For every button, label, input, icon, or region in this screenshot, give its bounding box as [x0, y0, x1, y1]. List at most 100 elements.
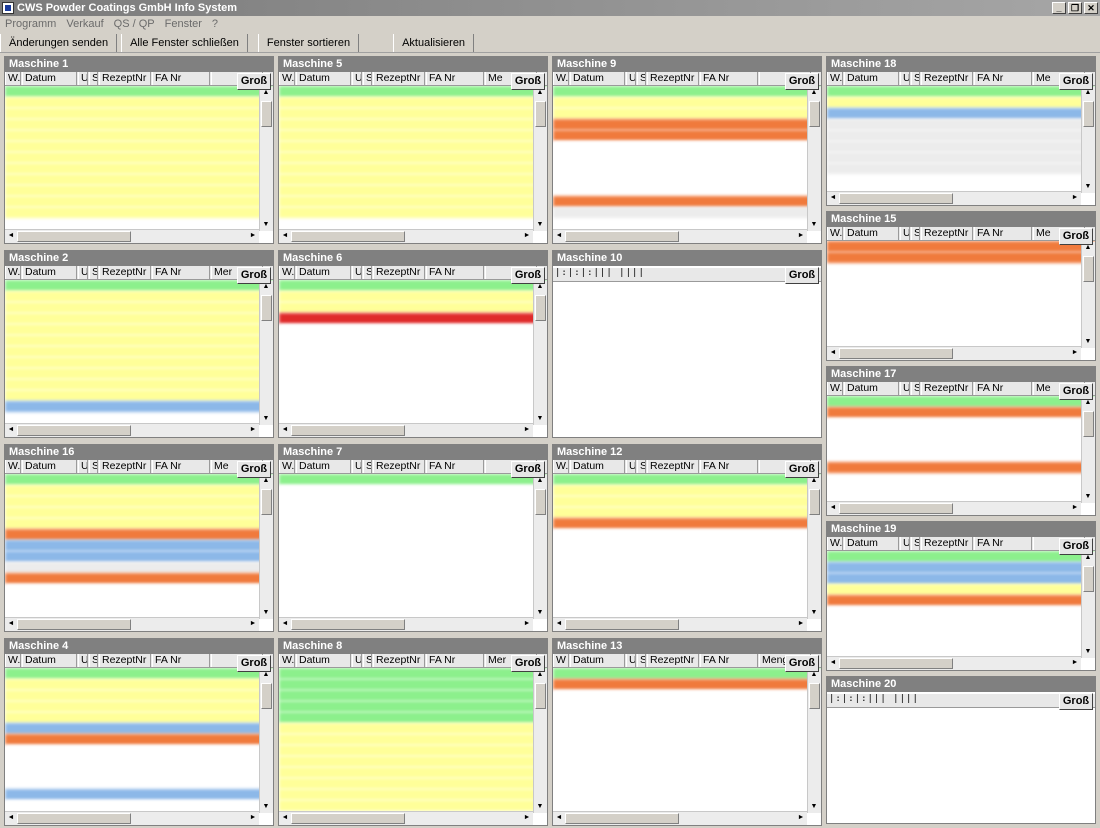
table-row[interactable]	[827, 108, 1095, 119]
table-row[interactable]	[553, 496, 821, 507]
horizontal-scrollbar[interactable]: ◄ ►	[279, 423, 533, 437]
header-rezeptnr[interactable]: RezeptNr	[373, 654, 425, 667]
table-row[interactable]	[279, 196, 547, 207]
table-row[interactable]	[827, 562, 1095, 573]
table-row[interactable]	[5, 485, 273, 496]
table-row[interactable]	[5, 291, 273, 302]
table-row[interactable]	[279, 474, 547, 485]
header-datum[interactable]: Datum	[296, 460, 351, 473]
header-fa-nr[interactable]: FA Nr	[700, 460, 758, 473]
table-row[interactable]	[5, 390, 273, 401]
header-s[interactable]: S	[89, 72, 98, 85]
table-row[interactable]	[827, 396, 1095, 407]
table-row[interactable]	[279, 573, 547, 584]
table-row[interactable]	[279, 280, 547, 291]
close-button[interactable]: ✕	[1084, 2, 1098, 14]
table-row[interactable]	[553, 507, 821, 518]
header-s[interactable]: S	[637, 72, 646, 85]
table-row[interactable]	[279, 679, 547, 690]
table-row[interactable]	[5, 97, 273, 108]
gross-button[interactable]: Groß	[237, 655, 271, 672]
table-row[interactable]	[5, 800, 273, 811]
table-row[interactable]	[5, 668, 273, 679]
scroll-down-icon[interactable]: ▼	[808, 219, 820, 231]
table-row[interactable]	[279, 485, 547, 496]
table-row[interactable]	[5, 734, 273, 745]
header-fa-nr[interactable]: FA Nr	[426, 266, 484, 279]
menu-item--[interactable]: ?	[212, 18, 218, 30]
table-row[interactable]	[553, 734, 821, 745]
scroll-left-icon[interactable]: ◄	[279, 424, 291, 436]
scroll-down-icon[interactable]: ▼	[260, 413, 272, 425]
table-row[interactable]	[279, 767, 547, 778]
scroll-thumb[interactable]	[291, 619, 406, 630]
scroll-thumb[interactable]	[565, 813, 680, 824]
table-row[interactable]	[827, 573, 1095, 584]
table-row[interactable]	[279, 130, 547, 141]
header-u[interactable]: U	[900, 382, 910, 395]
table-row[interactable]	[827, 440, 1095, 451]
header-datum[interactable]: Datum	[22, 72, 77, 85]
table-row[interactable]	[5, 357, 273, 368]
header-w-[interactable]: W.	[827, 227, 843, 240]
header-s[interactable]: S	[363, 460, 372, 473]
table-row[interactable]	[827, 462, 1095, 473]
table-row[interactable]	[553, 551, 821, 562]
header-datum[interactable]: Datum	[296, 72, 351, 85]
table-row[interactable]	[5, 130, 273, 141]
header-w-[interactable]: W.	[5, 72, 21, 85]
gross-button[interactable]: Groß	[1059, 383, 1093, 400]
scroll-right-icon[interactable]: ►	[1069, 657, 1081, 669]
header-u[interactable]: U	[900, 72, 910, 85]
scroll-down-icon[interactable]: ▼	[534, 413, 546, 425]
scroll-thumb[interactable]	[535, 683, 546, 709]
header-u[interactable]: U	[352, 460, 362, 473]
scroll-left-icon[interactable]: ◄	[279, 812, 291, 824]
scroll-thumb[interactable]	[535, 295, 546, 321]
table-row[interactable]	[279, 756, 547, 767]
vertical-scrollbar[interactable]: ▲ ▼	[807, 475, 821, 619]
table-row[interactable]	[5, 324, 273, 335]
table-row[interactable]	[279, 584, 547, 595]
scroll-down-icon[interactable]: ▼	[1082, 646, 1094, 658]
table-row[interactable]	[553, 518, 821, 529]
vertical-scrollbar[interactable]: ▲ ▼	[533, 669, 547, 813]
minimize-button[interactable]: _	[1052, 2, 1066, 14]
scroll-left-icon[interactable]: ◄	[553, 618, 565, 630]
header-rezeptnr[interactable]: RezeptNr	[99, 72, 151, 85]
scroll-thumb[interactable]	[1083, 566, 1094, 592]
table-row[interactable]	[279, 291, 547, 302]
table-row[interactable]	[5, 690, 273, 701]
table-row[interactable]	[279, 734, 547, 745]
scroll-right-icon[interactable]: ►	[1069, 192, 1081, 204]
table-row[interactable]	[5, 767, 273, 778]
header-rezeptnr[interactable]: RezeptNr	[921, 537, 973, 550]
scroll-thumb[interactable]	[1083, 256, 1094, 282]
table-row[interactable]	[5, 163, 273, 174]
table-row[interactable]	[553, 712, 821, 723]
scroll-down-icon[interactable]: ▼	[808, 801, 820, 813]
table-row[interactable]	[279, 141, 547, 152]
table-row[interactable]	[279, 800, 547, 811]
vertical-scrollbar[interactable]: ▲ ▼	[1081, 397, 1095, 503]
table-row[interactable]	[5, 701, 273, 712]
table-row[interactable]	[279, 496, 547, 507]
horizontal-scrollbar[interactable]: ◄ ►	[827, 191, 1081, 205]
scroll-thumb[interactable]	[17, 231, 132, 242]
table-row[interactable]	[553, 185, 821, 196]
scroll-thumb[interactable]	[839, 658, 954, 669]
toolbar-button-2[interactable]: Alle Fenster schließen	[121, 33, 248, 52]
scroll-thumb[interactable]	[291, 813, 406, 824]
header-s[interactable]: S	[363, 654, 372, 667]
table-row[interactable]	[553, 573, 821, 584]
table-row[interactable]	[553, 163, 821, 174]
table-row[interactable]	[827, 595, 1095, 606]
header-rezeptnr[interactable]: RezeptNr	[99, 460, 151, 473]
scroll-left-icon[interactable]: ◄	[5, 812, 17, 824]
table-row[interactable]	[553, 474, 821, 485]
gross-button[interactable]: Groß	[785, 73, 819, 90]
table-row[interactable]	[279, 346, 547, 357]
header-w-[interactable]: W.	[827, 72, 843, 85]
table-row[interactable]	[553, 584, 821, 595]
table-row[interactable]	[5, 185, 273, 196]
